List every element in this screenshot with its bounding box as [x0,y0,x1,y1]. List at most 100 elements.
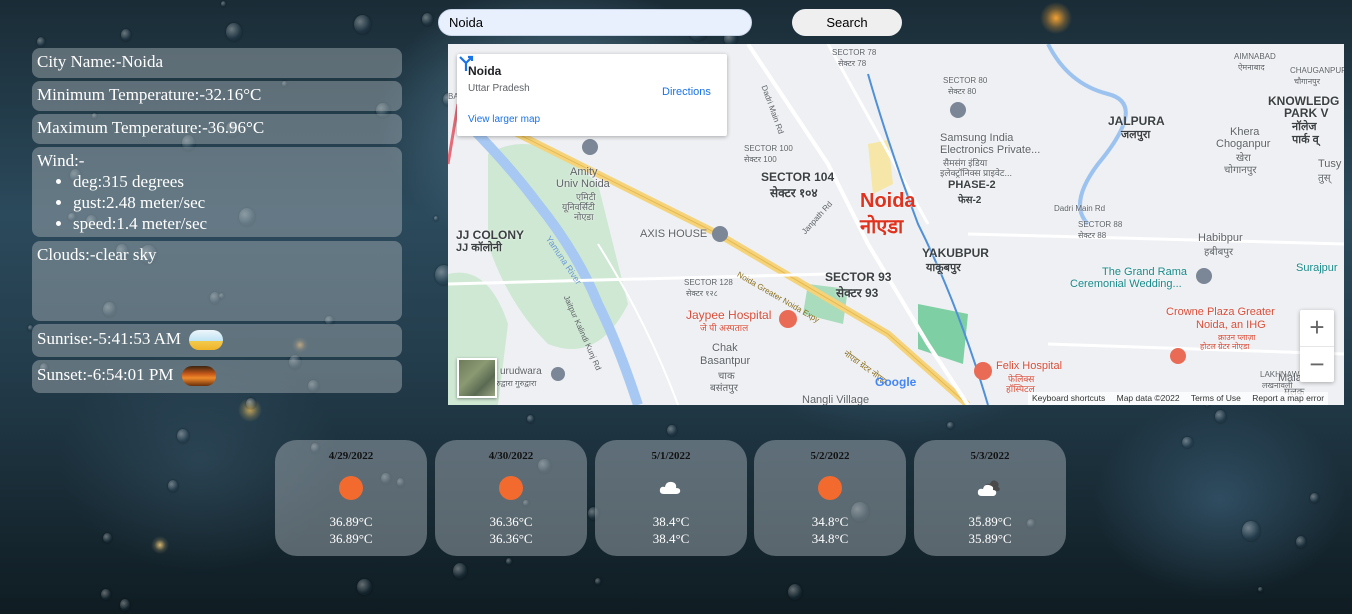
map-label-sector80: SECTOR 80 [943,76,988,85]
map-label-amity: Amity [570,166,598,178]
gurudwara-marker[interactable] [551,367,565,381]
view-larger-map-link[interactable]: View larger map [468,114,540,125]
map-label-dadri: Dadri Main Rd [1054,204,1106,213]
map-label-sector128-hi: सेक्टर १२८ [686,289,718,298]
map-label-chauganpur-hi: चौगानपुर [1294,77,1320,86]
directions-link[interactable]: Directions [662,86,711,98]
map-label-jaypee-hi: जे पी अस्पताल [700,323,749,333]
hotel-marker[interactable] [1170,348,1186,364]
map-label-sector93-hi: सेक्टर 93 [836,286,879,300]
wind-list: deg:315 degrees gust:2.48 meter/sec spee… [37,171,397,234]
sunrise-icon [189,330,224,351]
map-label-crowne-hi2: होटल ग्रेटर नोएडा [1200,342,1250,351]
zoom-out-button[interactable]: − [1300,347,1334,383]
google-logo: Google [875,375,916,389]
map-label-crowne2: Noida, an IHG [1196,319,1266,331]
directions-icon[interactable] [457,54,475,72]
campus-area [868,140,893,194]
min-temp-text: Minimum Temperature:-32.16°C [37,85,262,104]
report-error-link[interactable]: Report a map error [1252,393,1324,403]
clouds-panel: Clouds:-clear sky [32,241,402,321]
google-logo-text: Google [875,375,917,389]
search-button[interactable]: Search [792,9,902,36]
zoom-control: + − [1300,310,1334,382]
map-label-gurudwara-hi: रुद्वारा गुरुद्वारा [496,379,537,388]
map-label-chauganpur: CHAUGANPUR [1290,66,1344,75]
forecast-temp: 34.8°C [811,531,849,546]
max-temp-panel: Maximum Temperature:-36.96°C [32,114,402,144]
school-marker[interactable] [582,139,598,155]
map-label-khera2: Choganpur [1216,138,1271,150]
map-label-sector78-hi: सेक्टर 78 [838,59,867,68]
map-label-sector100: SECTOR 100 [744,144,793,153]
terms-link[interactable]: Terms of Use [1191,393,1241,403]
map-label-yakubpur: YAKUBPUR [922,246,989,260]
city-search-input[interactable] [438,9,752,36]
raindrop [357,578,372,596]
city-name-panel: City Name:-Noida [32,48,402,78]
forecast-date: 4/29/2022 [328,450,374,462]
map-label-felix: Felix Hospital [996,360,1063,372]
forecast-temp: 35.89°C [968,514,1012,529]
forecast-temp: 36.36°C [489,531,533,546]
zoom-in-button[interactable]: + [1300,310,1334,347]
forecast-date: 5/3/2022 [970,450,1010,462]
wind-panel: Wind:- deg:315 degrees gust:2.48 meter/s… [32,147,402,237]
map-card-state: Uttar Pradesh [468,83,530,94]
raindrop [354,14,371,34]
park-area [918,304,968,364]
broken-clouds-icon [977,480,1000,496]
map-label-habibpur-hi: हबीबपुर [1204,247,1234,258]
keyboard-shortcuts-link[interactable]: Keyboard shortcuts [1032,393,1105,403]
place-marker[interactable] [1196,268,1212,284]
forecast-temp: 36.89°C [329,531,373,546]
min-temp-panel: Minimum Temperature:-32.16°C [32,81,402,111]
clouds-text: Clouds:-clear sky [37,245,157,264]
map-label-noida-hi: नोएडा [860,216,904,238]
google-map[interactable]: Noida नोएडा SECTOR 104 सेक्टर १०४ SECTOR 93 स… [448,44,1344,405]
sun-icon [818,476,842,500]
map-label-sector100-hi: सेक्टर 100 [744,155,777,164]
raindrop [595,578,601,585]
wind-label: Wind:- [37,151,85,170]
forecast-date: 4/30/2022 [488,450,534,462]
forecast-temp: 36.36°C [489,514,533,529]
map-label-knowledge-hi2: पार्क व् [1292,134,1319,146]
map-label-crowne: Crowne Plaza Greater [1166,306,1275,318]
forecast-card: 5/3/2022 35.89°C 35.89°C [914,440,1066,556]
map-label-phase2: PHASE-2 [948,179,996,191]
raindrop [36,36,46,47]
raindrop [176,428,189,443]
sunset-panel: Sunset:-6:54:01 PM [32,360,402,393]
map-label-jalpura: JALPURA [1108,114,1165,128]
map-label-sector104: SECTOR 104 [761,170,835,184]
map-label-phase2-hi: फेस-2 [958,195,982,206]
map-label-yakubpur-hi: याकूबपुर [926,262,961,274]
map-label-khera: Khera [1230,126,1260,138]
map-label-grandrama: The Grand Rama [1102,266,1187,278]
raindrop [1214,410,1226,423]
raindrop [1241,520,1260,541]
map-label-sector78: SECTOR 78 [832,48,877,57]
forecast-temp: 34.8°C [811,514,849,529]
raindrop [666,425,677,437]
canal [1046,44,1128,226]
place-marker[interactable] [950,102,966,118]
map-label-grandrama2: Ceremonial Wedding... [1070,278,1182,290]
map-label-aimnabad: AIMNABAD [1234,52,1276,61]
sunrise-panel: Sunrise:-5:41:53 AM [32,324,402,357]
max-temp-text: Maximum Temperature:-36.96°C [37,118,265,137]
map-label-jalpura-hi: जलपुरा [1121,129,1151,141]
hospital-marker[interactable] [779,310,797,328]
map-label-sector80-hi: सेक्टर 80 [948,87,977,96]
satellite-toggle[interactable] [457,358,497,398]
map-label-chak: Chak [712,342,738,354]
map-label-nangli: Nangli Village [802,394,870,405]
hospital-marker[interactable] [974,362,992,380]
map-label-chak-hi2: बसंतपुर [710,383,738,394]
map-label-axis: AXIS HOUSE [640,228,708,240]
forecast-card: 4/29/2022 36.89°C 36.89°C [275,440,427,556]
place-marker[interactable] [712,226,728,242]
raindrop [167,479,179,493]
forecast-temp: 36.89°C [329,514,373,529]
